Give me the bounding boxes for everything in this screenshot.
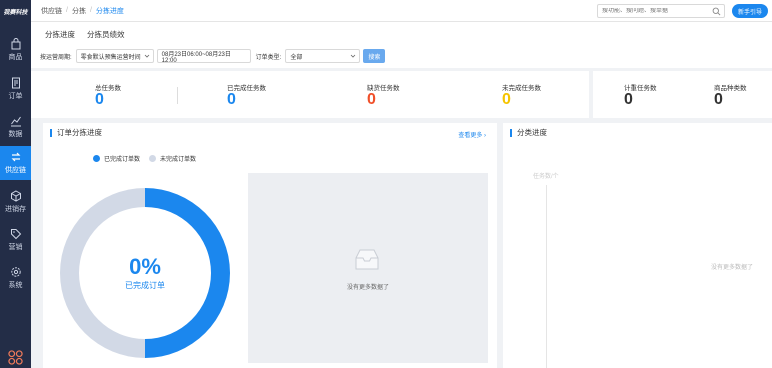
apps-icon[interactable] [8, 350, 23, 365]
order-type-select[interactable]: 全部 [285, 49, 361, 63]
sidebar-item-orders[interactable]: 订单 [0, 72, 31, 106]
chevron-down-icon [144, 54, 149, 58]
chevron-down-icon [351, 54, 356, 58]
app-logo: 我赛科技 [3, 9, 28, 16]
y-axis-label: 任务数/个 [533, 174, 559, 180]
tag-icon [10, 229, 21, 240]
exchange-icon [11, 152, 20, 162]
date-range-value: 08月23日06:00~08月23日12:00 [161, 51, 231, 64]
stat-unfinished-tasks: 未完成任务数 0 [502, 71, 592, 118]
sidebar-item-label: 商品 [8, 54, 23, 61]
sidebar-item-label: 进销存 [5, 206, 26, 213]
sidebar-item-system[interactable]: 系统 [0, 261, 31, 295]
search-input[interactable] [602, 8, 706, 14]
sidebar-item-label: 供应链 [5, 167, 26, 174]
breadcrumb: 供应链 / 分拣 / 分拣进度 [31, 6, 124, 16]
stat-value: 0 [95, 91, 104, 108]
task-stats-card: 总任务数 0 已完成任务数 0 缺货任务数 0 未完成任务数 0 [31, 71, 589, 118]
panel-title: 订单分拣进度 [50, 129, 102, 137]
empty-state-box: 没有更多数据了 [248, 173, 488, 363]
global-search[interactable] [597, 4, 725, 18]
sidebar-item-data[interactable]: 数据 [0, 110, 31, 144]
gear-icon [10, 267, 21, 277]
breadcrumb-separator: / [89, 7, 92, 14]
sidebar-item-label: 数据 [8, 131, 23, 138]
chart-legend: 已完成订单数 未完成订单数 [93, 154, 196, 163]
order-type-label: 订单类型: [255, 54, 282, 61]
panel-title: 分类进度 [510, 129, 547, 137]
sidebar-item-label: 营销 [8, 244, 23, 251]
date-range-picker[interactable]: 08月23日06:00~08月23日12:00 [156, 49, 251, 64]
divider [177, 87, 178, 104]
view-more-link[interactable]: 查看更多 › [458, 130, 486, 139]
legend-label-unfinished[interactable]: 未完成订单数 [160, 154, 196, 163]
tab-sorter-performance[interactable]: 分拣员绩效 [87, 29, 125, 44]
y-axis-line [546, 185, 547, 368]
stat-total-tasks: 总任务数 0 [95, 71, 185, 118]
stat-product-types: 商品种类数 0 [714, 71, 772, 118]
period-select[interactable]: 零食默认预售运营时间 [75, 49, 154, 63]
view-more-label: 查看更多 [458, 133, 483, 139]
stat-value: 0 [367, 91, 376, 108]
order-type-value: 全部 [290, 54, 303, 61]
empty-state-text: 没有更多数据了 [346, 285, 389, 291]
stat-value: 0 [502, 91, 511, 108]
stat-shortage-tasks: 缺货任务数 0 [367, 71, 457, 118]
breadcrumb-item[interactable]: 分拣 [72, 6, 86, 16]
sidebar: 我赛科技 商品 订单 数据 供应链 进销存 营销 系统 [0, 0, 31, 368]
empty-inbox-icon [355, 249, 379, 270]
stat-completed-tasks: 已完成任务数 0 [227, 71, 317, 118]
breadcrumb-separator: / [66, 7, 68, 14]
order-progress-donut: 0% 已完成订单 [60, 188, 230, 358]
sidebar-item-label: 系统 [8, 282, 23, 289]
search-icon[interactable] [712, 7, 721, 16]
search-button[interactable]: 搜索 [363, 49, 386, 63]
sidebar-item-supply-chain[interactable]: 供应链 [0, 146, 31, 180]
sidebar-item-label: 订单 [8, 93, 23, 100]
period-label: 按运营周期: [40, 54, 72, 61]
stat-value: 0 [227, 91, 236, 108]
legend-dot-unfinished [149, 155, 157, 162]
tab-sorting-progress[interactable]: 分拣进度 [45, 29, 75, 44]
top-header: 供应链 / 分拣 / 分拣进度 新手引导 [31, 0, 772, 22]
breadcrumb-current: 分拣进度 [95, 7, 124, 15]
category-progress-panel: 分类进度 任务数/个 没有更多数据了 [503, 123, 772, 368]
donut-center-percent: 0% [129, 254, 161, 279]
stat-weighing-tasks: 计重任务数 0 [624, 71, 714, 118]
chart-line-icon [10, 116, 21, 127]
order-sorting-panel: 订单分拣进度 查看更多 › 已完成订单数 未完成订单数 0% 已完成订单 没有更… [43, 123, 497, 368]
period-select-value: 零食默认预售运营时间 [80, 54, 141, 61]
box-icon [10, 190, 21, 202]
breadcrumb-item[interactable]: 供应链 [41, 6, 62, 16]
chevron-right-icon: › [484, 133, 486, 139]
filter-bar: 按运营周期: 零食默认预售运营时间 08月23日06:00~08月23日12:0… [31, 44, 772, 68]
tab-bar: 分拣进度 分拣员绩效 [31, 22, 772, 44]
bag-icon [11, 38, 20, 50]
donut-center-label: 已完成订单 [125, 280, 165, 290]
empty-state-text: 没有更多数据了 [711, 265, 754, 271]
legend-label-completed[interactable]: 已完成订单数 [104, 154, 140, 163]
sidebar-item-products[interactable]: 商品 [0, 33, 31, 67]
stat-value: 0 [624, 91, 633, 108]
document-icon [11, 77, 20, 89]
sidebar-item-inventory[interactable]: 进销存 [0, 185, 31, 219]
weight-stats-card: 计重任务数 0 商品种类数 0 [593, 71, 772, 118]
help-guide-button[interactable]: 新手引导 [732, 4, 768, 18]
legend-dot-completed [93, 155, 100, 162]
sidebar-item-marketing[interactable]: 营销 [0, 223, 31, 257]
stat-value: 0 [714, 91, 723, 108]
